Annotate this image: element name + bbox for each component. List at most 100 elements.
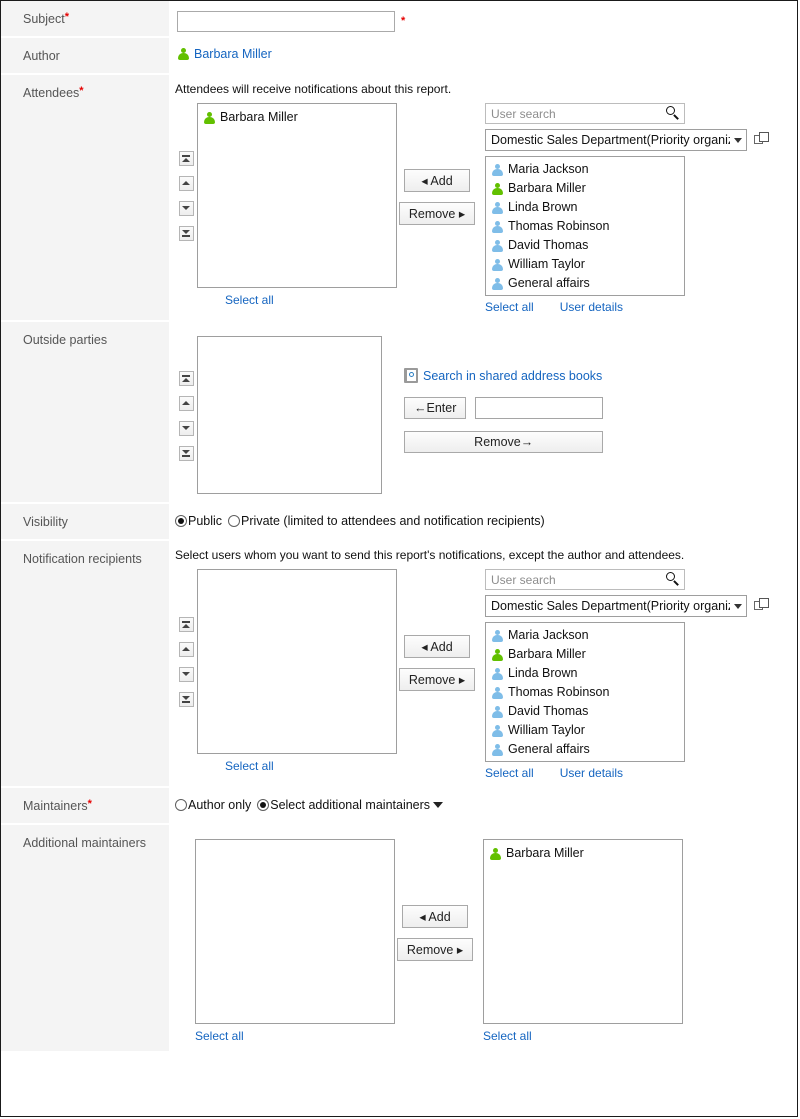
- select-all-right-link[interactable]: Select all: [485, 300, 534, 314]
- list-item[interactable]: General affairs: [489, 740, 681, 759]
- search-shared-address-books-link[interactable]: Search in shared address books: [423, 369, 602, 383]
- outside-parties-list[interactable]: [197, 336, 382, 494]
- add-button[interactable]: ◂ Add: [402, 904, 468, 928]
- label-notification-recipients-text: Notification recipients: [23, 552, 142, 566]
- outside-party-input[interactable]: [475, 397, 604, 419]
- list-item[interactable]: Maria Jackson: [489, 626, 681, 645]
- move-down-button[interactable]: [178, 421, 194, 436]
- move-up-button[interactable]: [178, 641, 194, 657]
- copy-icon[interactable]: [754, 132, 770, 148]
- add-button[interactable]: ◂ Add: [404, 168, 470, 192]
- recipients-search-panel: Domestic Sales Department(Priority organ…: [485, 569, 770, 780]
- list-item[interactable]: General affairs: [489, 274, 681, 293]
- organization-row: Domestic Sales Department(Priority organ…: [485, 129, 770, 151]
- organization-select[interactable]: Domestic Sales Department(Priority organ…: [485, 129, 747, 151]
- field-visibility: Public Private (limited to attendees and…: [169, 503, 797, 541]
- form-row-outside-parties: Outside parties Search in shared address…: [1, 321, 797, 504]
- label-notification-recipients: Notification recipients: [1, 540, 169, 788]
- list-item[interactable]: Maria Jackson: [489, 160, 681, 179]
- list-item-label: William Taylor: [508, 257, 585, 271]
- author-link[interactable]: Barbara Miller: [194, 47, 272, 61]
- remove-outside-button[interactable]: Remove→: [404, 431, 604, 453]
- recipients-selected-list[interactable]: [197, 569, 397, 754]
- notification-recipients-hint: Select users whom you want to send this …: [175, 548, 685, 562]
- add-button-label: Add: [430, 173, 453, 188]
- list-item[interactable]: William Taylor: [489, 721, 681, 740]
- radio-author-only[interactable]: [175, 799, 187, 811]
- radio-private-label[interactable]: Private (limited to attendees and notifi…: [241, 514, 545, 528]
- user-icon-blue: [491, 743, 504, 757]
- organization-row: Domestic Sales Department(Priority organ…: [485, 595, 770, 617]
- add-button[interactable]: ◂ Add: [404, 634, 470, 658]
- organization-select[interactable]: Domestic Sales Department(Priority organ…: [485, 595, 747, 617]
- attendees-selected-list[interactable]: Barbara Miller: [197, 103, 397, 288]
- list-item[interactable]: William Taylor: [489, 255, 681, 274]
- select-all-left-link[interactable]: Select all: [225, 759, 274, 773]
- select-all-left-link[interactable]: Select all: [225, 293, 274, 307]
- subject-input[interactable]: [177, 11, 395, 32]
- radio-public[interactable]: [175, 515, 187, 527]
- user-icon-blue: [491, 705, 504, 719]
- list-item[interactable]: Linda Brown: [489, 198, 681, 217]
- form-row-author: Author Barbara Miller: [1, 37, 797, 75]
- select-all-right-link[interactable]: Select all: [483, 1029, 532, 1043]
- copy-icon[interactable]: [754, 598, 770, 614]
- radio-author-only-label[interactable]: Author only: [188, 798, 251, 812]
- maintainers-left-links: Select all: [195, 1029, 395, 1043]
- select-all-left-link[interactable]: Select all: [195, 1029, 244, 1043]
- user-details-link[interactable]: User details: [560, 300, 623, 314]
- remove-button[interactable]: Remove ▸: [396, 937, 474, 961]
- attendees-left-links: Select all: [197, 293, 397, 307]
- remove-button[interactable]: Remove ▸: [398, 201, 476, 225]
- move-to-top-button[interactable]: [178, 616, 194, 632]
- attendees-hint: Attendees will receive notifications abo…: [175, 82, 452, 96]
- list-item[interactable]: Barbara Miller: [489, 179, 681, 198]
- list-item[interactable]: Linda Brown: [489, 664, 681, 683]
- move-to-top-button[interactable]: [178, 150, 194, 166]
- user-icon-blue: [491, 277, 504, 291]
- radio-public-label[interactable]: Public: [188, 514, 222, 528]
- remove-button[interactable]: Remove ▸: [398, 667, 476, 691]
- additional-maintainers-selected-list[interactable]: Barbara Miller: [483, 839, 683, 1024]
- list-item[interactable]: David Thomas: [489, 702, 681, 721]
- chevron-down-icon[interactable]: [433, 802, 444, 808]
- list-item[interactable]: Barbara Miller: [489, 645, 681, 664]
- enter-button[interactable]: ←Enter: [404, 397, 467, 419]
- label-visibility-text: Visibility: [23, 515, 68, 529]
- label-attendees: Attendees*: [1, 74, 169, 322]
- user-search-input[interactable]: [485, 569, 685, 590]
- move-up-button[interactable]: [178, 396, 194, 411]
- radio-select-additional-maintainers-label[interactable]: Select additional maintainers: [270, 798, 430, 812]
- attendees-search-panel: Domestic Sales Department(Priority organ…: [485, 103, 770, 314]
- field-attendees: Attendees will receive notifications abo…: [169, 74, 797, 322]
- recipients-candidate-list[interactable]: Maria Jackson Barbara Miller Linda Brown…: [485, 622, 685, 762]
- chevron-down-icon: [734, 603, 742, 609]
- list-item[interactable]: David Thomas: [489, 236, 681, 255]
- user-search-input[interactable]: [485, 103, 685, 124]
- move-to-top-button[interactable]: [178, 371, 194, 386]
- list-item[interactable]: Barbara Miller: [201, 108, 393, 127]
- radio-private[interactable]: [228, 515, 241, 527]
- move-to-bottom-button[interactable]: [178, 446, 194, 461]
- list-item[interactable]: Barbara Miller: [487, 844, 679, 863]
- outside-parties-controls: Search in shared address books ←Enter Re…: [404, 336, 604, 453]
- user-icon-blue: [491, 667, 504, 681]
- list-item-label: General affairs: [508, 276, 590, 290]
- move-up-button[interactable]: [178, 175, 194, 191]
- user-details-link[interactable]: User details: [560, 766, 623, 780]
- radio-select-additional-maintainers[interactable]: [257, 799, 270, 811]
- list-item[interactable]: Thomas Robinson: [489, 217, 681, 236]
- move-to-bottom-button[interactable]: [178, 225, 194, 241]
- attendees-transfer-buttons: ◂ Add Remove ▸: [397, 103, 477, 288]
- additional-maintainers-candidate-list[interactable]: [195, 839, 395, 1024]
- required-marker: *: [79, 85, 84, 97]
- user-icon-blue: [491, 258, 504, 272]
- attendees-candidate-list[interactable]: Maria Jackson Barbara Miller Linda Brown…: [485, 156, 685, 296]
- move-to-bottom-button[interactable]: [178, 691, 194, 707]
- user-icon-blue: [491, 629, 504, 643]
- list-item-label: Maria Jackson: [508, 162, 589, 176]
- move-down-button[interactable]: [178, 666, 194, 682]
- list-item[interactable]: Thomas Robinson: [489, 683, 681, 702]
- move-down-button[interactable]: [178, 200, 194, 216]
- select-all-right-link[interactable]: Select all: [485, 766, 534, 780]
